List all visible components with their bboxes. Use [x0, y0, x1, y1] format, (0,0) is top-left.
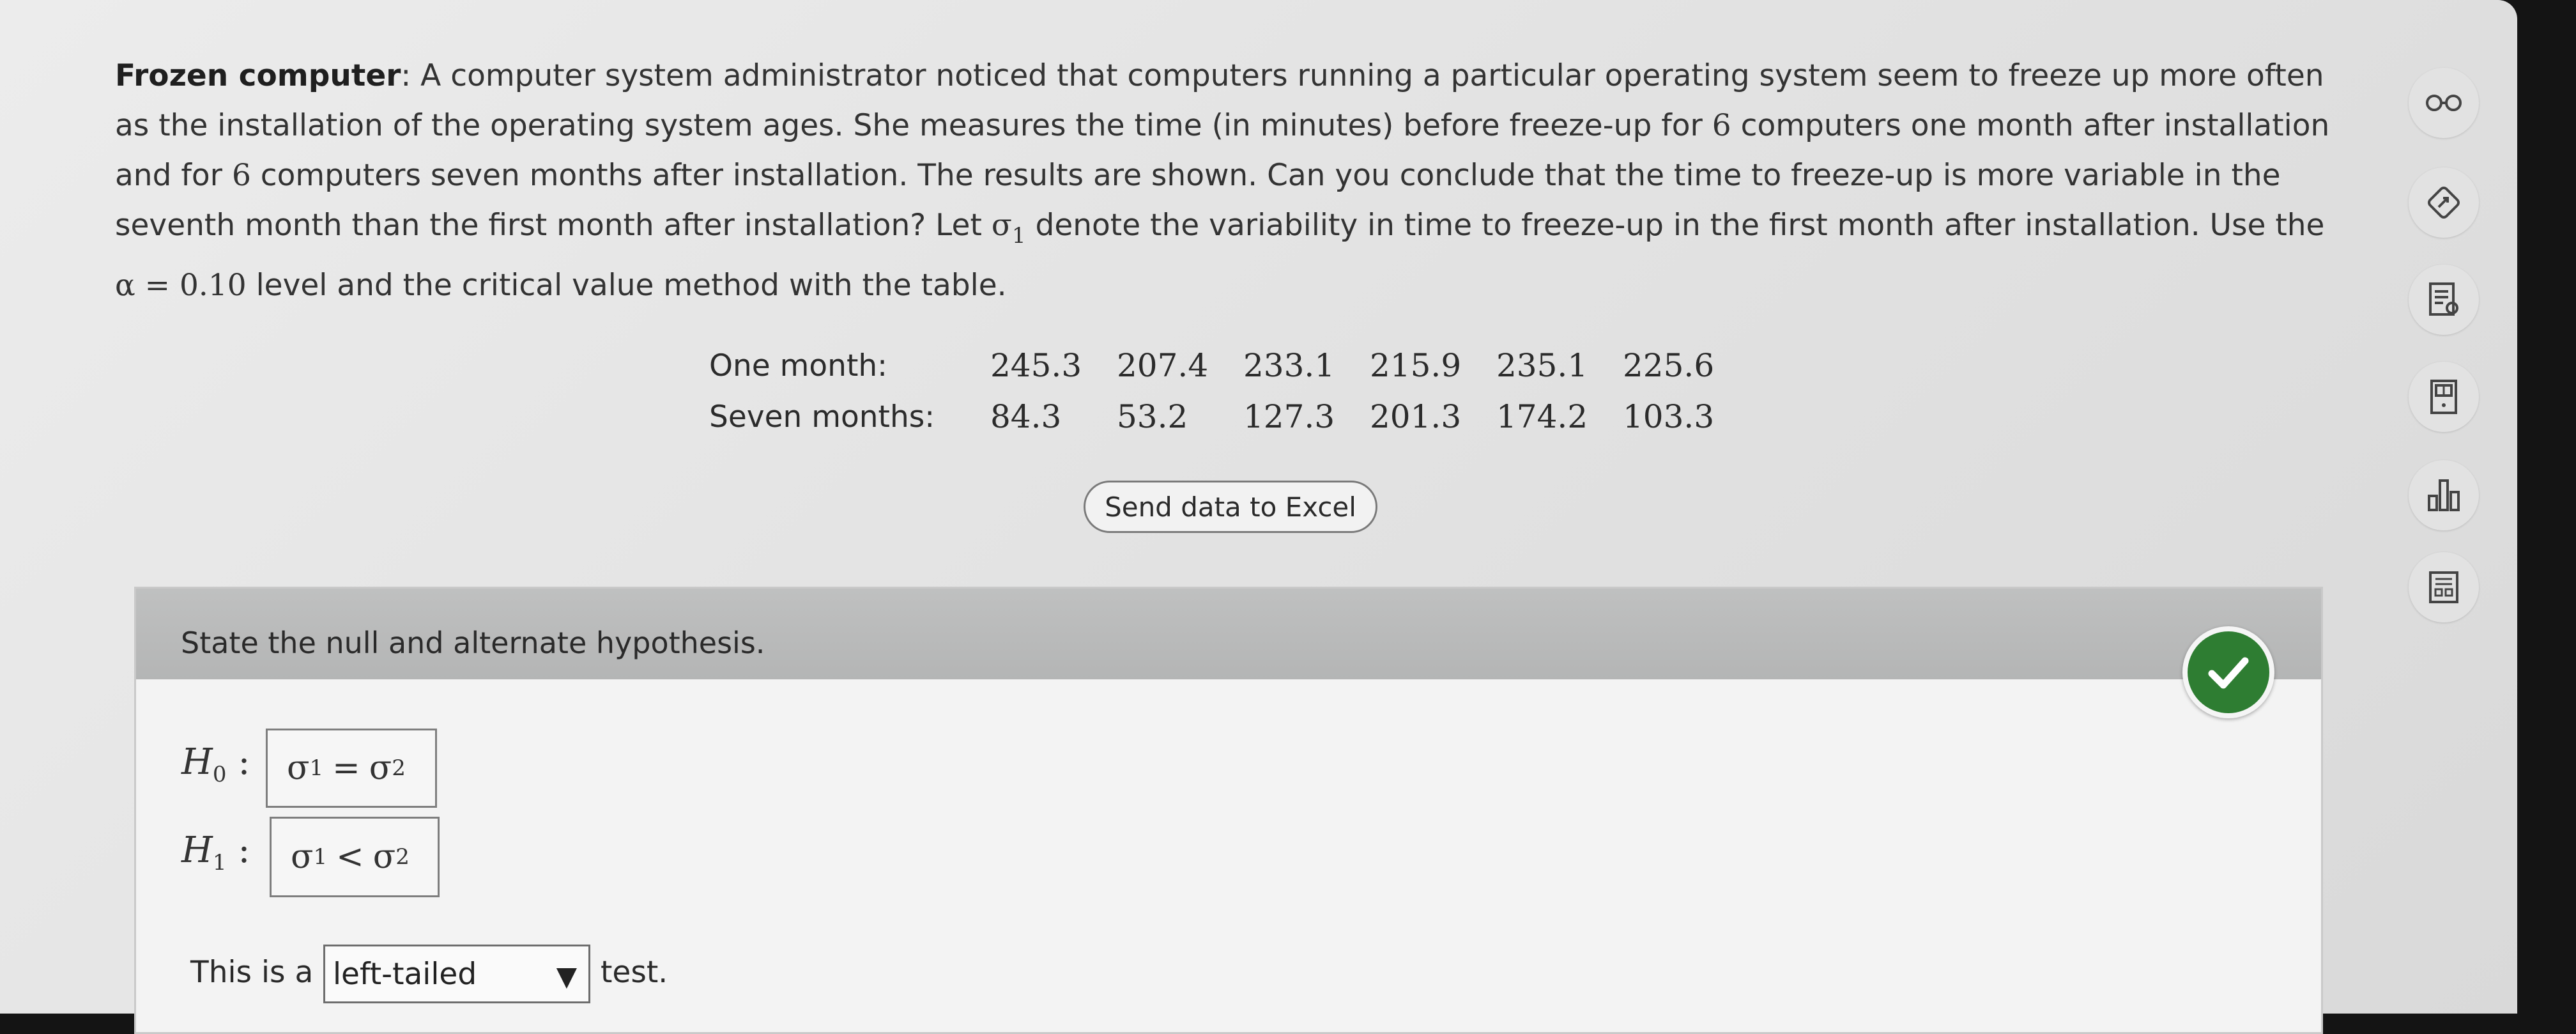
table-cell: 84.3 [990, 398, 1062, 435]
problem-text-4: denote the variability in time to freeze… [1025, 208, 2325, 243]
tail-type-select[interactable]: left-tailed ▼ [323, 945, 590, 1003]
question-prompt: State the null and alternate hypothesis. [181, 626, 765, 660]
table-cell: 127.3 [1243, 398, 1335, 435]
edit-icon[interactable] [2409, 167, 2479, 238]
table-cell: 174.2 [1496, 398, 1588, 435]
notes-icon[interactable] [2409, 265, 2479, 335]
panel-header: State the null and alternate hypothesis. [136, 589, 2321, 679]
table-row: One month: 245.3 207.4 233.1 215.9 235.1… [709, 340, 1749, 391]
sample-size-2: 6 [231, 158, 251, 193]
send-to-excel-button[interactable]: Send data to Excel [1084, 481, 1377, 533]
table-cell: 245.3 [990, 347, 1082, 384]
chart-icon[interactable] [2409, 460, 2479, 530]
data-table: One month: 245.3 207.4 233.1 215.9 235.1… [709, 340, 1749, 442]
sigma-subscript: 1 [1011, 223, 1026, 249]
screen: Frozen computer: A computer system admin… [0, 0, 2517, 1034]
table-cell: 103.3 [1623, 398, 1715, 435]
sigma-symbol: σ [991, 208, 1012, 243]
table-cell: 201.3 [1370, 398, 1462, 435]
tail-type-value: left-tailed [333, 956, 477, 992]
problem-text-5: level and the critical value method with… [246, 268, 1007, 303]
table-cell: 235.1 [1496, 347, 1588, 384]
row-label: One month: [709, 348, 888, 383]
null-hypothesis-field[interactable]: σ 1 = σ 2 [266, 729, 437, 808]
problem-title: Frozen computer [115, 58, 401, 93]
table-cell: 207.4 [1117, 347, 1209, 384]
dropdown-arrow-icon: ▼ [556, 961, 577, 992]
table-cell: 215.9 [1370, 347, 1462, 384]
alpha-expression: α = 0.10 [115, 268, 247, 303]
h0-label: H0: [181, 741, 250, 787]
tail-prefix-text: This is a [190, 955, 314, 990]
table-cell: 225.6 [1623, 347, 1715, 384]
correct-check-icon [2182, 626, 2274, 718]
worksheet-icon[interactable] [2409, 552, 2479, 622]
glasses-icon[interactable] [2409, 68, 2479, 138]
h1-label: H1: [181, 830, 250, 876]
tail-suffix-text: test. [601, 955, 668, 990]
calculator-icon[interactable] [2409, 362, 2479, 432]
table-cell: 233.1 [1243, 347, 1335, 384]
table-row: Seven months: 84.3 53.2 127.3 201.3 174.… [709, 391, 1749, 442]
sample-size-1: 6 [1712, 108, 1731, 143]
problem-statement: Frozen computer: A computer system admin… [115, 51, 2338, 311]
table-cell: 53.2 [1117, 398, 1188, 435]
row-label: Seven months: [709, 399, 935, 435]
alternate-hypothesis-field[interactable]: σ 1 < σ 2 [270, 817, 440, 897]
